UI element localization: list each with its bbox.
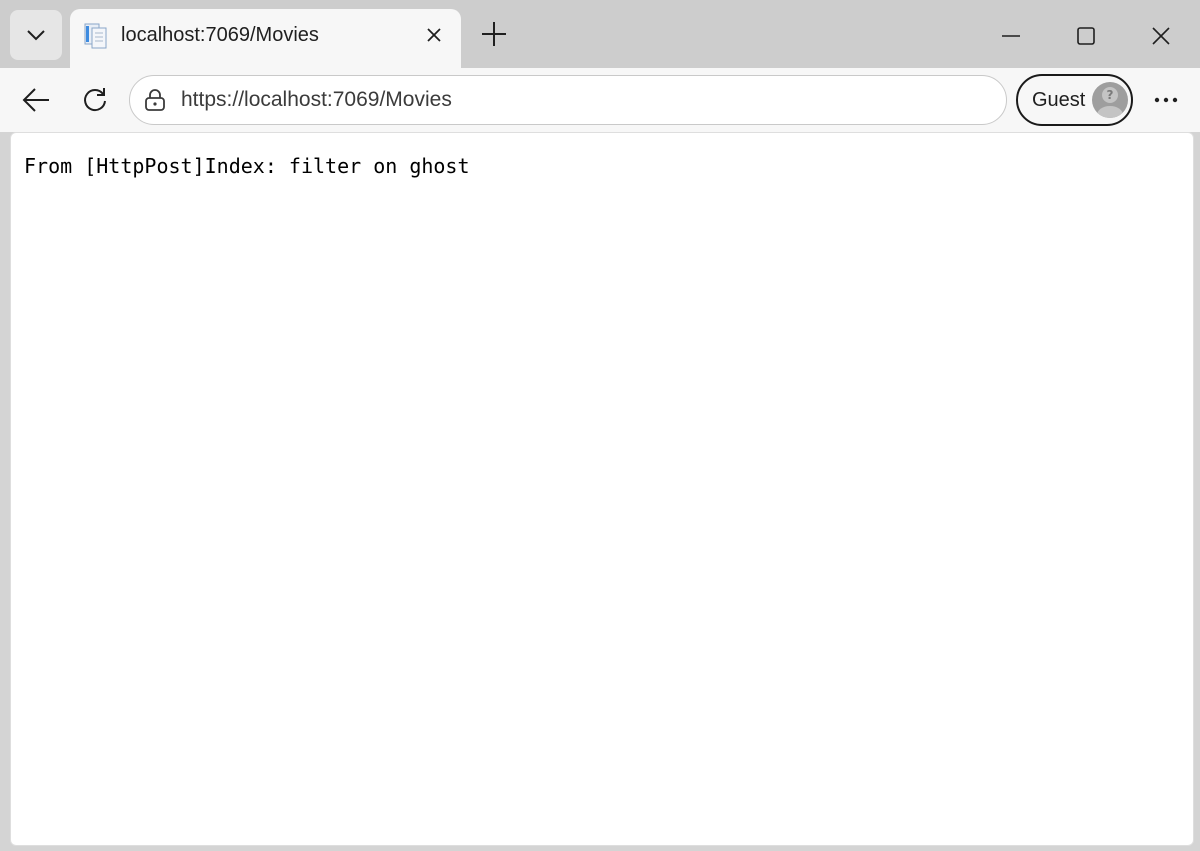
browser-toolbar: https://localhost:7069/Movies Guest ? — [0, 68, 1200, 132]
url-text[interactable]: https://localhost:7069/Movies — [181, 88, 452, 112]
page-content: From [HttpPost]Index: filter on ghost — [10, 132, 1194, 846]
page-favicon-icon — [84, 23, 107, 49]
profile-button[interactable]: Guest ? — [1016, 74, 1133, 126]
page-text: From [HttpPost]Index: filter on ghost — [24, 154, 470, 178]
plus-icon — [482, 22, 506, 46]
lock-icon[interactable] — [144, 88, 166, 112]
new-tab-button[interactable] — [476, 16, 512, 52]
minimize-icon — [1002, 35, 1020, 37]
tab-strip: localhost:7069/Movies — [0, 0, 1200, 68]
back-arrow-icon — [22, 88, 49, 112]
maximize-icon — [1077, 27, 1095, 45]
address-bar[interactable]: https://localhost:7069/Movies — [129, 75, 1007, 125]
browser-window: localhost:7069/Movies https://localhost:… — [0, 0, 1200, 851]
close-window-button[interactable] — [1139, 14, 1183, 58]
minimize-button[interactable] — [989, 14, 1033, 58]
tab-close-button[interactable] — [422, 23, 446, 47]
close-icon — [427, 28, 441, 42]
refresh-icon — [84, 88, 106, 112]
tab-list-button[interactable] — [10, 10, 62, 60]
chevron-down-icon — [27, 30, 45, 41]
close-icon — [1152, 27, 1170, 45]
guest-avatar-icon: ? — [1092, 82, 1128, 118]
back-button[interactable] — [16, 80, 56, 120]
svg-text:?: ? — [1107, 88, 1114, 102]
maximize-button[interactable] — [1064, 14, 1108, 58]
tab-active[interactable]: localhost:7069/Movies — [70, 9, 461, 68]
tab-title: localhost:7069/Movies — [121, 24, 319, 46]
refresh-button[interactable] — [75, 80, 115, 120]
more-options-button[interactable] — [1146, 80, 1186, 120]
more-dots-icon — [1154, 97, 1178, 103]
profile-label: Guest — [1032, 89, 1086, 111]
